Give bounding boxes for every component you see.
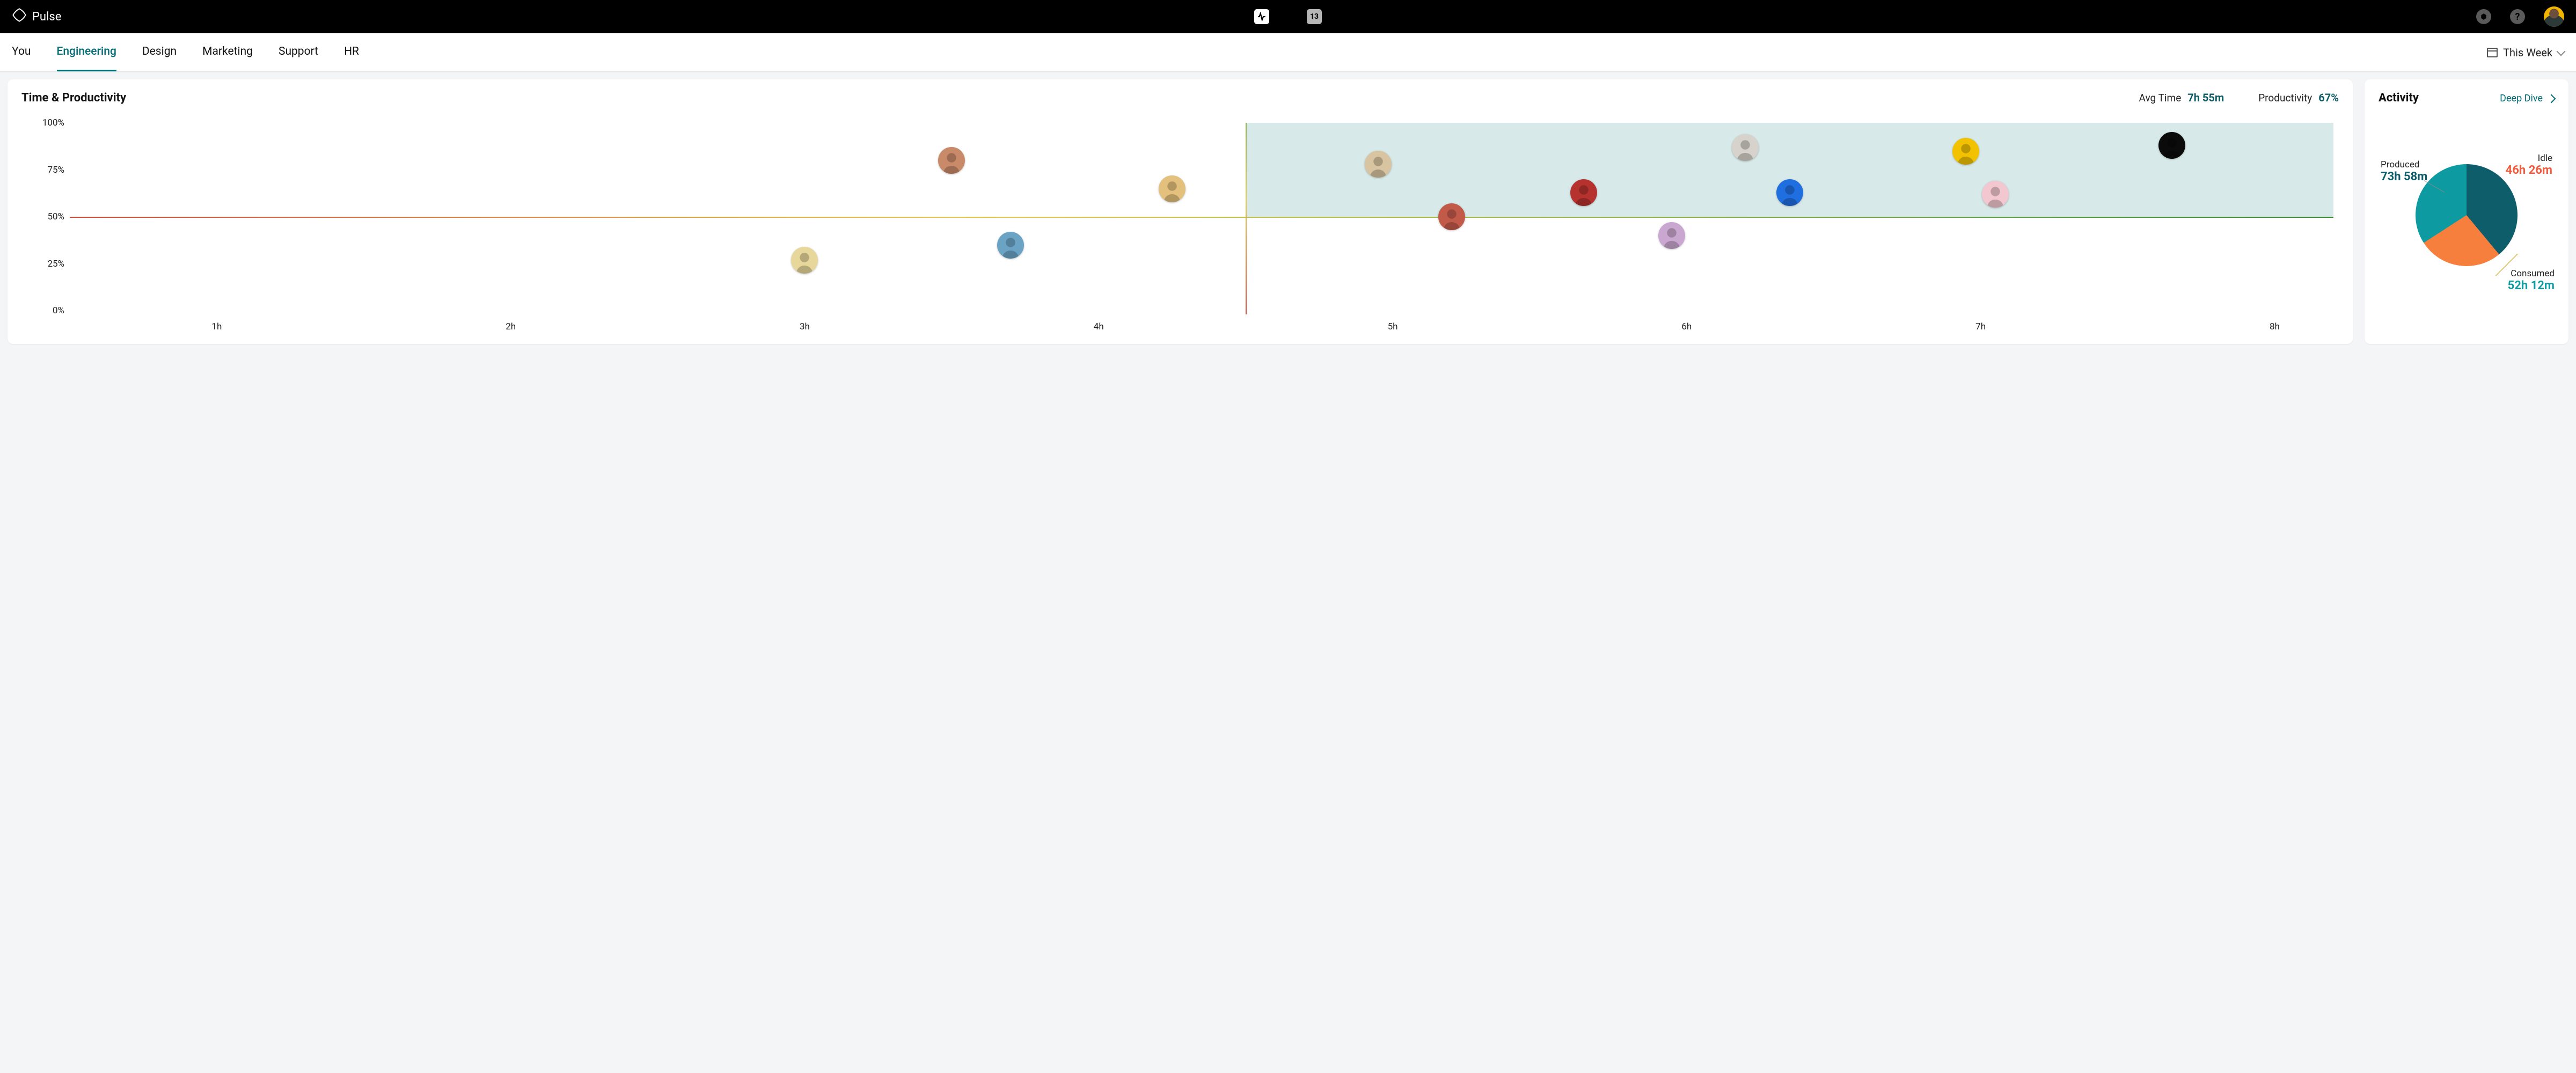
calendar-icon <box>2487 48 2498 57</box>
center-nav: 13 <box>1254 9 1322 24</box>
tab-design[interactable]: Design <box>142 33 177 71</box>
idle-value: 46h 26m <box>2506 164 2552 177</box>
person-point[interactable] <box>1159 175 1185 202</box>
chevron-down-icon <box>2557 47 2566 56</box>
brand-name: Pulse <box>32 10 61 24</box>
brand[interactable]: Pulse <box>12 8 61 26</box>
person-point[interactable] <box>1732 134 1759 161</box>
x-tick: 2h <box>506 321 516 332</box>
activity-title: Activity <box>2379 91 2419 105</box>
top-bar: Pulse 13 ? <box>0 0 2576 33</box>
y-tick: 25% <box>21 259 64 269</box>
person-point[interactable] <box>1658 222 1685 249</box>
person-point[interactable] <box>1952 138 1979 165</box>
scatter-chart: 0% 25% 50% 75% 100% 1h 2h 3h 4h 5h 6h 7h 8h <box>21 117 2339 332</box>
y-tick: 100% <box>21 117 64 128</box>
person-point[interactable] <box>1570 179 1597 206</box>
period-selector[interactable]: This Week <box>2487 46 2564 59</box>
person-point[interactable] <box>938 147 965 174</box>
productivity-value: 67% <box>2318 91 2339 104</box>
chevron-right-icon <box>2547 94 2556 103</box>
person-point[interactable] <box>1438 203 1465 230</box>
person-point[interactable] <box>1982 181 2009 208</box>
user-avatar[interactable] <box>2544 6 2564 27</box>
tab-marketing[interactable]: Marketing <box>202 33 253 71</box>
notification-count: 13 <box>1310 12 1319 21</box>
person-point[interactable] <box>997 232 1024 259</box>
x-tick: 8h <box>2270 321 2280 332</box>
period-label: This Week <box>2503 46 2552 59</box>
y-tick: 0% <box>21 305 64 316</box>
card-header: Time & Productivity Avg Time 7h 55m Prod… <box>21 91 2339 105</box>
person-point[interactable] <box>791 247 818 274</box>
tab-you[interactable]: You <box>12 33 31 71</box>
tab-hr[interactable]: HR <box>344 33 359 71</box>
productivity-label: Productivity <box>2258 92 2312 104</box>
consumed-label: Consumed <box>2511 268 2555 279</box>
notification-count-icon[interactable]: 13 <box>1307 9 1322 24</box>
y-tick: 50% <box>21 211 64 222</box>
produced-label: Produced <box>2381 159 2419 170</box>
right-actions: ? <box>2476 6 2564 27</box>
x-tick: 3h <box>800 321 810 332</box>
x-tick: 4h <box>1094 321 1104 332</box>
idle-label: Idle <box>2538 153 2552 164</box>
activity-icon[interactable] <box>1254 9 1269 24</box>
avg-time-label: Avg Time <box>2139 92 2182 104</box>
x-tick: 5h <box>1388 321 1398 332</box>
content-area: Time & Productivity Avg Time 7h 55m Prod… <box>0 72 2576 351</box>
activity-card: Activity Deep Dive Produced 73h 58m Idle… <box>2365 79 2568 344</box>
help-icon[interactable]: ? <box>2510 9 2525 24</box>
x-tick: 7h <box>1975 321 1986 332</box>
idle-label-group: Idle 46h 26m <box>2506 153 2552 177</box>
time-productivity-card: Time & Productivity Avg Time 7h 55m Prod… <box>8 79 2353 344</box>
avg-time-value: 7h 55m <box>2187 91 2224 104</box>
produced-value: 73h 58m <box>2381 170 2427 183</box>
card-title: Time & Productivity <box>21 91 126 105</box>
x-tick: 6h <box>1681 321 1692 332</box>
produced-label-group: Produced 73h 58m <box>2381 159 2427 183</box>
tab-support[interactable]: Support <box>279 33 318 71</box>
consumed-label-group: Consumed 52h 12m <box>2508 268 2555 292</box>
settings-icon[interactable] <box>2476 9 2491 24</box>
person-point[interactable] <box>1776 179 1803 206</box>
guide-vertical <box>1246 123 1247 314</box>
activity-pie: Produced 73h 58m Idle 46h 26m Consumed 5… <box>2379 117 2555 295</box>
brand-logo-icon <box>12 8 27 26</box>
x-tick: 1h <box>211 321 222 332</box>
y-tick: 75% <box>21 165 64 175</box>
person-point[interactable] <box>2158 132 2185 159</box>
deep-dive-link[interactable]: Deep Dive <box>2500 93 2555 104</box>
section-tabs: You Engineering Design Marketing Support HR T… <box>0 33 2576 72</box>
tab-engineering[interactable]: Engineering <box>57 33 116 71</box>
consumed-value: 52h 12m <box>2508 279 2555 292</box>
person-point[interactable] <box>1365 151 1392 178</box>
deep-dive-label: Deep Dive <box>2500 93 2543 104</box>
guide-horizontal <box>70 217 2333 218</box>
